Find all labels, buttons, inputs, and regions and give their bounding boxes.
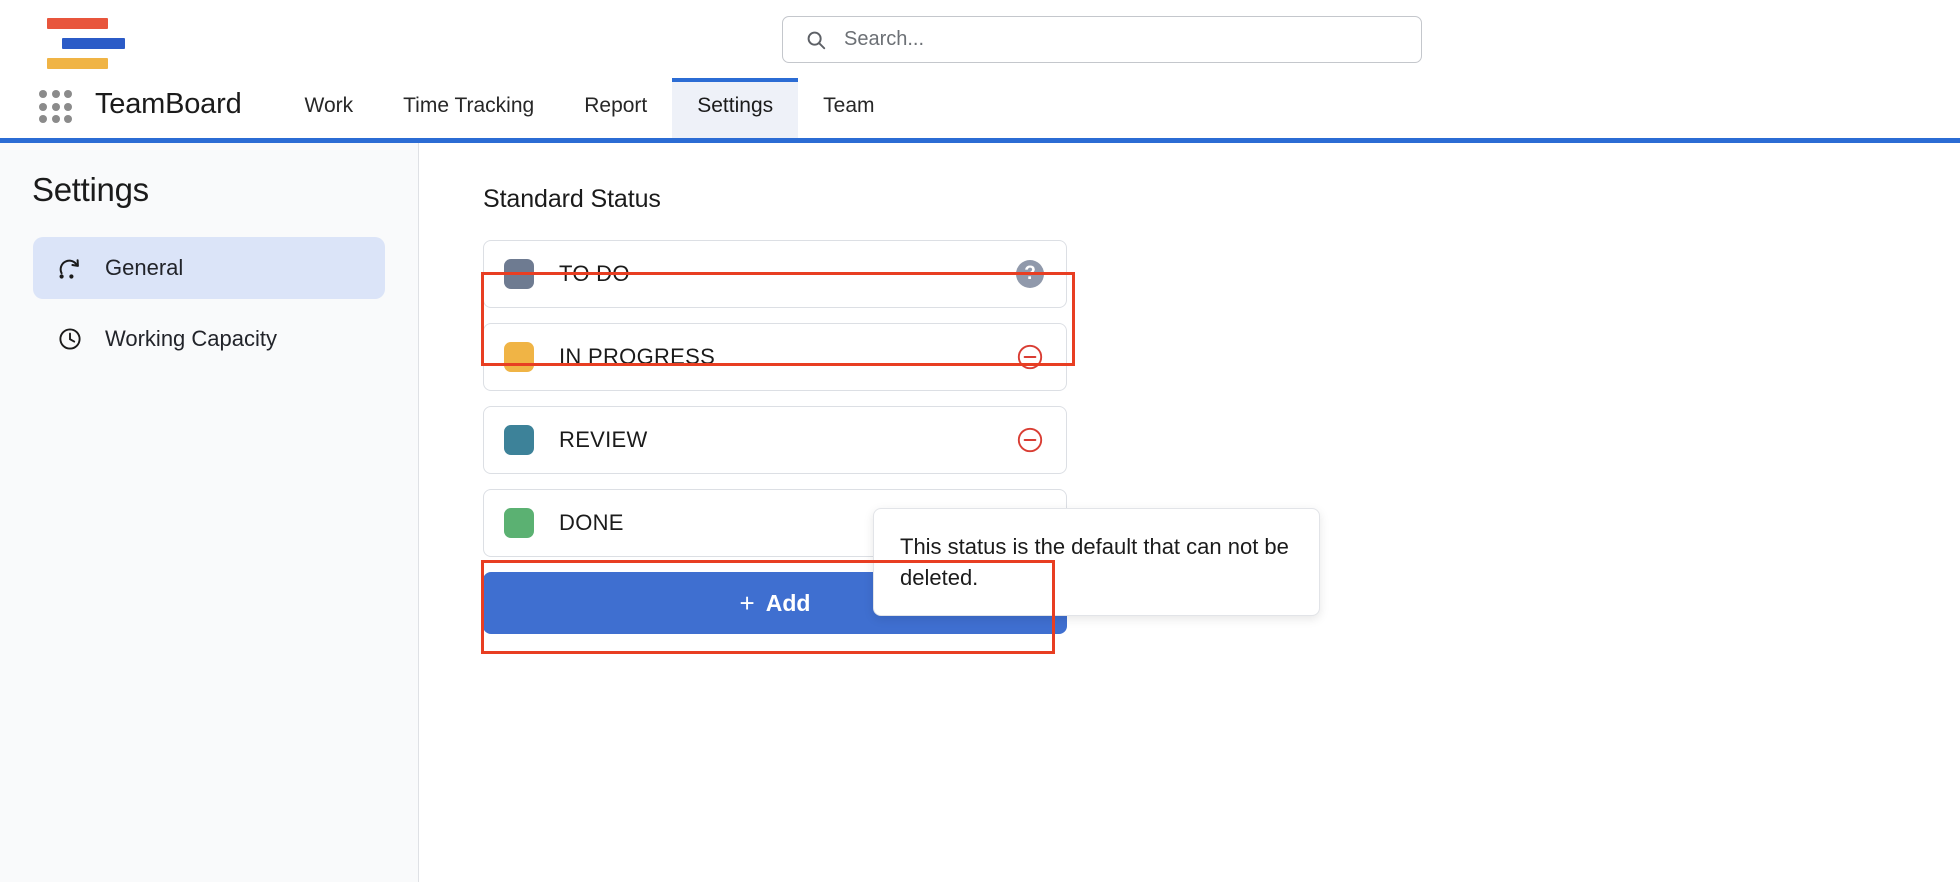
logo-bar-red: [47, 18, 108, 29]
workflow-transition-icon: [57, 255, 83, 281]
tab-team[interactable]: Team: [798, 78, 899, 138]
grid-dot: [39, 90, 47, 98]
minus-circle-icon[interactable]: [1016, 343, 1044, 371]
status-color-swatch[interactable]: [504, 425, 534, 455]
sidebar-item-general[interactable]: General: [33, 237, 385, 299]
grid-dot: [64, 115, 73, 124]
plus-icon: +: [739, 587, 755, 618]
sidebar-item-label: Working Capacity: [105, 326, 277, 351]
search-icon: [805, 29, 827, 51]
status-color-swatch[interactable]: [504, 259, 534, 289]
status-row-review[interactable]: REVIEW: [483, 406, 1067, 474]
status-row-todo[interactable]: TO DO ?: [483, 240, 1067, 308]
page-title: Settings: [32, 171, 149, 208]
nav-tabs: Work Time Tracking Report Settings Team: [280, 78, 900, 138]
grid-dot: [51, 90, 60, 98]
tab-settings[interactable]: Settings: [672, 78, 799, 138]
question-mark-icon[interactable]: ?: [1016, 260, 1044, 288]
search-input[interactable]: [842, 27, 1382, 52]
add-status-label: Add: [765, 589, 811, 616]
clock-icon: [57, 326, 83, 352]
status-color-swatch[interactable]: [504, 342, 534, 372]
apps-grid-icon[interactable]: [39, 90, 73, 124]
status-name: IN PROGRESS: [559, 344, 716, 369]
section-title: Standard Status: [483, 185, 661, 213]
status-row-in-progress[interactable]: IN PROGRESS: [483, 323, 1067, 391]
grid-dot: [51, 102, 60, 111]
settings-sidebar: Settings General Working Capacity: [0, 143, 419, 882]
status-color-swatch[interactable]: [504, 508, 534, 538]
grid-dot: [39, 102, 47, 111]
sidebar-item-working-capacity[interactable]: Working Capacity: [33, 308, 385, 370]
status-name: REVIEW: [559, 427, 648, 452]
app-header: TeamBoard Work Time Tracking Report Sett…: [0, 0, 1960, 138]
app-logo: [47, 18, 125, 69]
sidebar-item-label: General: [105, 255, 184, 280]
brand-name: TeamBoard: [95, 87, 242, 120]
global-search[interactable]: [782, 16, 1422, 63]
grid-dot: [39, 115, 47, 124]
default-status-tooltip: This status is the default that can not …: [873, 508, 1320, 617]
tab-time-tracking[interactable]: Time Tracking: [378, 78, 559, 138]
tab-work[interactable]: Work: [280, 78, 379, 138]
minus-circle-icon[interactable]: [1016, 426, 1044, 454]
logo-bar-blue: [62, 38, 125, 49]
status-name: TO DO: [559, 261, 630, 286]
app-navigation-bar: TeamBoard Work Time Tracking Report Sett…: [0, 78, 1960, 138]
grid-dot: [64, 90, 73, 98]
grid-dot: [64, 102, 73, 111]
logo-bar-yellow: [47, 58, 108, 69]
search-box[interactable]: [782, 16, 1422, 63]
tab-report[interactable]: Report: [559, 78, 672, 138]
grid-dot: [51, 115, 60, 124]
